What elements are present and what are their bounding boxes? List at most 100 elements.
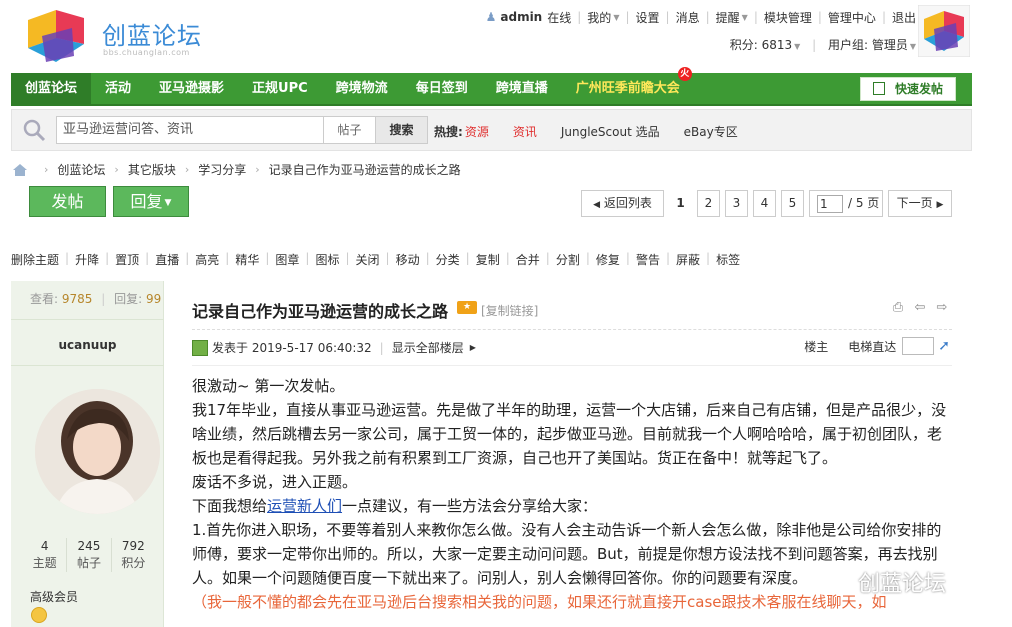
mod-action-6[interactable]: 图章: [275, 251, 299, 268]
divider: |: [385, 251, 390, 265]
page-4[interactable]: 4: [753, 190, 776, 217]
nav-conference[interactable]: 广州旺季前瞻大会火: [562, 67, 694, 104]
smiley-icon: [31, 607, 47, 623]
username-link[interactable]: admin: [500, 10, 542, 24]
user-group-link[interactable]: 用户组: 管理员: [828, 38, 908, 52]
show-all-floors-link[interactable]: 显示全部楼层: [392, 339, 464, 356]
nav-home[interactable]: 创蓝论坛: [11, 73, 92, 104]
site-name: 创蓝论坛: [102, 22, 202, 50]
mod-action-11[interactable]: 复制: [476, 251, 500, 268]
print-icon[interactable]: ⎙: [890, 300, 906, 316]
page-jump-input[interactable]: 1: [817, 194, 843, 213]
notifications-link[interactable]: 提醒: [716, 9, 740, 26]
replies-label: 回复:: [114, 292, 143, 306]
new-post-button[interactable]: 发帖: [29, 186, 106, 217]
page-1[interactable]: 1: [669, 190, 692, 217]
credits-stat[interactable]: 792 积分: [112, 538, 155, 572]
posts-stat[interactable]: 245 帖子: [67, 538, 112, 572]
breadcrumb-thread[interactable]: 记录自己作为亚马逊运营的成长之路: [269, 161, 461, 178]
mod-action-7[interactable]: 图标: [315, 251, 339, 268]
mod-action-3[interactable]: 直播: [155, 251, 179, 268]
mod-action-9[interactable]: 移动: [396, 251, 420, 268]
hot-keyword-news[interactable]: 资讯: [513, 123, 537, 140]
user-topbar: ♟ admin 在线 | 我的 ▼ | 设置 | 消息 | 提醒 ▼ | 模块管理 …: [486, 8, 916, 26]
nav-checkin[interactable]: 每日签到: [402, 73, 482, 104]
hot-keyword-resources[interactable]: 资源: [465, 123, 489, 140]
divider: |: [812, 38, 817, 52]
chevron-right-icon: ›: [184, 163, 190, 176]
hot-keyword-ebay[interactable]: eBay专区: [684, 123, 738, 140]
reply-button[interactable]: 回复 ▼: [113, 186, 189, 217]
page-2[interactable]: 2: [697, 190, 720, 217]
next-thread-icon[interactable]: ⇨: [934, 300, 950, 316]
nav-live[interactable]: 跨境直播: [482, 73, 562, 104]
user-avatar[interactable]: [918, 5, 970, 57]
author-avatar[interactable]: [35, 389, 160, 514]
chevron-down-icon: ▼: [909, 42, 916, 51]
logout-link[interactable]: 退出: [892, 9, 916, 26]
mod-action-15[interactable]: 警告: [636, 251, 660, 268]
settings-link[interactable]: 设置: [636, 9, 660, 26]
threads-stat[interactable]: 4 主题: [23, 538, 68, 572]
user-grade[interactable]: 高级会员: [30, 588, 78, 605]
nav-upc[interactable]: 正规UPC: [238, 73, 322, 104]
mod-action-1[interactable]: 升降: [75, 251, 99, 268]
nav-logistics[interactable]: 跨境物流: [322, 73, 402, 104]
site-logo[interactable]: 创蓝论坛 bbs.chuanglan.com: [22, 6, 222, 64]
search-input[interactable]: 亚马逊运营问答、资讯: [56, 116, 324, 144]
mod-action-17[interactable]: 标签: [716, 251, 740, 268]
author-name[interactable]: ucanuup: [11, 338, 164, 352]
threads-label: 主题: [32, 556, 57, 570]
messages-link[interactable]: 消息: [676, 9, 700, 26]
prev-thread-icon[interactable]: ⇦: [912, 300, 928, 316]
digest-badge-icon: ★: [457, 301, 477, 314]
mod-action-8[interactable]: 关闭: [356, 251, 380, 268]
floor-jump-input[interactable]: [902, 337, 935, 355]
breadcrumb-section[interactable]: 其它版块: [128, 161, 176, 178]
chevron-right-icon: ▶: [936, 200, 944, 210]
admin-center-link[interactable]: 管理中心: [828, 9, 876, 26]
mod-action-0[interactable]: 删除主题: [11, 251, 59, 268]
page-5[interactable]: 5: [781, 190, 804, 217]
mod-action-10[interactable]: 分类: [436, 251, 460, 268]
divider: |: [881, 10, 886, 24]
search-icon: [23, 119, 46, 142]
quick-post-button[interactable]: 快速发帖: [860, 77, 956, 101]
divider: |: [65, 251, 70, 265]
views-label: 查看:: [30, 292, 59, 306]
divider: [192, 329, 952, 330]
chevron-right-icon: ›: [44, 163, 49, 176]
mod-action-12[interactable]: 合并: [516, 251, 540, 268]
nav-events[interactable]: 活动: [91, 73, 145, 104]
credits-label: 积分: [121, 556, 146, 570]
divider: [11, 319, 164, 320]
divider: [192, 365, 952, 366]
search-button[interactable]: 搜索: [376, 116, 428, 144]
credits-count: 792: [121, 539, 145, 553]
page-3[interactable]: 3: [725, 190, 748, 217]
back-to-list-button[interactable]: ◀ 返回列表: [581, 190, 664, 217]
mod-action-14[interactable]: 修复: [596, 251, 620, 268]
mod-action-4[interactable]: 高亮: [195, 251, 219, 268]
breadcrumb-forum[interactable]: 创蓝论坛: [57, 161, 105, 178]
mod-action-16[interactable]: 屏蔽: [676, 251, 700, 268]
my-menu[interactable]: 我的: [587, 9, 611, 26]
home-icon[interactable]: [13, 163, 27, 176]
go-arrow-icon[interactable]: ➚: [938, 338, 950, 354]
next-page-button[interactable]: 下一页 ▶: [888, 190, 952, 217]
breadcrumb-board[interactable]: 学习分享: [198, 161, 246, 178]
user-icon: ♟: [485, 10, 497, 24]
credits-link[interactable]: 积分: 6813: [730, 38, 792, 52]
floor-jump: 楼主 电梯直达 ➚: [804, 337, 950, 355]
threads-count: 4: [40, 539, 49, 553]
copy-link-button[interactable]: [复制链接]: [481, 302, 538, 319]
module-manage-link[interactable]: 模块管理: [764, 9, 812, 26]
search-type-select[interactable]: 帖子: [324, 116, 376, 144]
mod-action-13[interactable]: 分割: [556, 251, 580, 268]
newbie-link[interactable]: 运营新人们: [267, 497, 342, 515]
hot-keyword-junglescout[interactable]: JungleScout 选品: [561, 123, 660, 140]
mod-action-2[interactable]: 置顶: [115, 251, 139, 268]
post-paragraph: 下面我想给运营新人们一点建议，有一些方法会分享给大家：: [192, 494, 952, 518]
mod-action-5[interactable]: 精华: [235, 251, 259, 268]
nav-photography[interactable]: 亚马逊摄影: [145, 73, 238, 104]
